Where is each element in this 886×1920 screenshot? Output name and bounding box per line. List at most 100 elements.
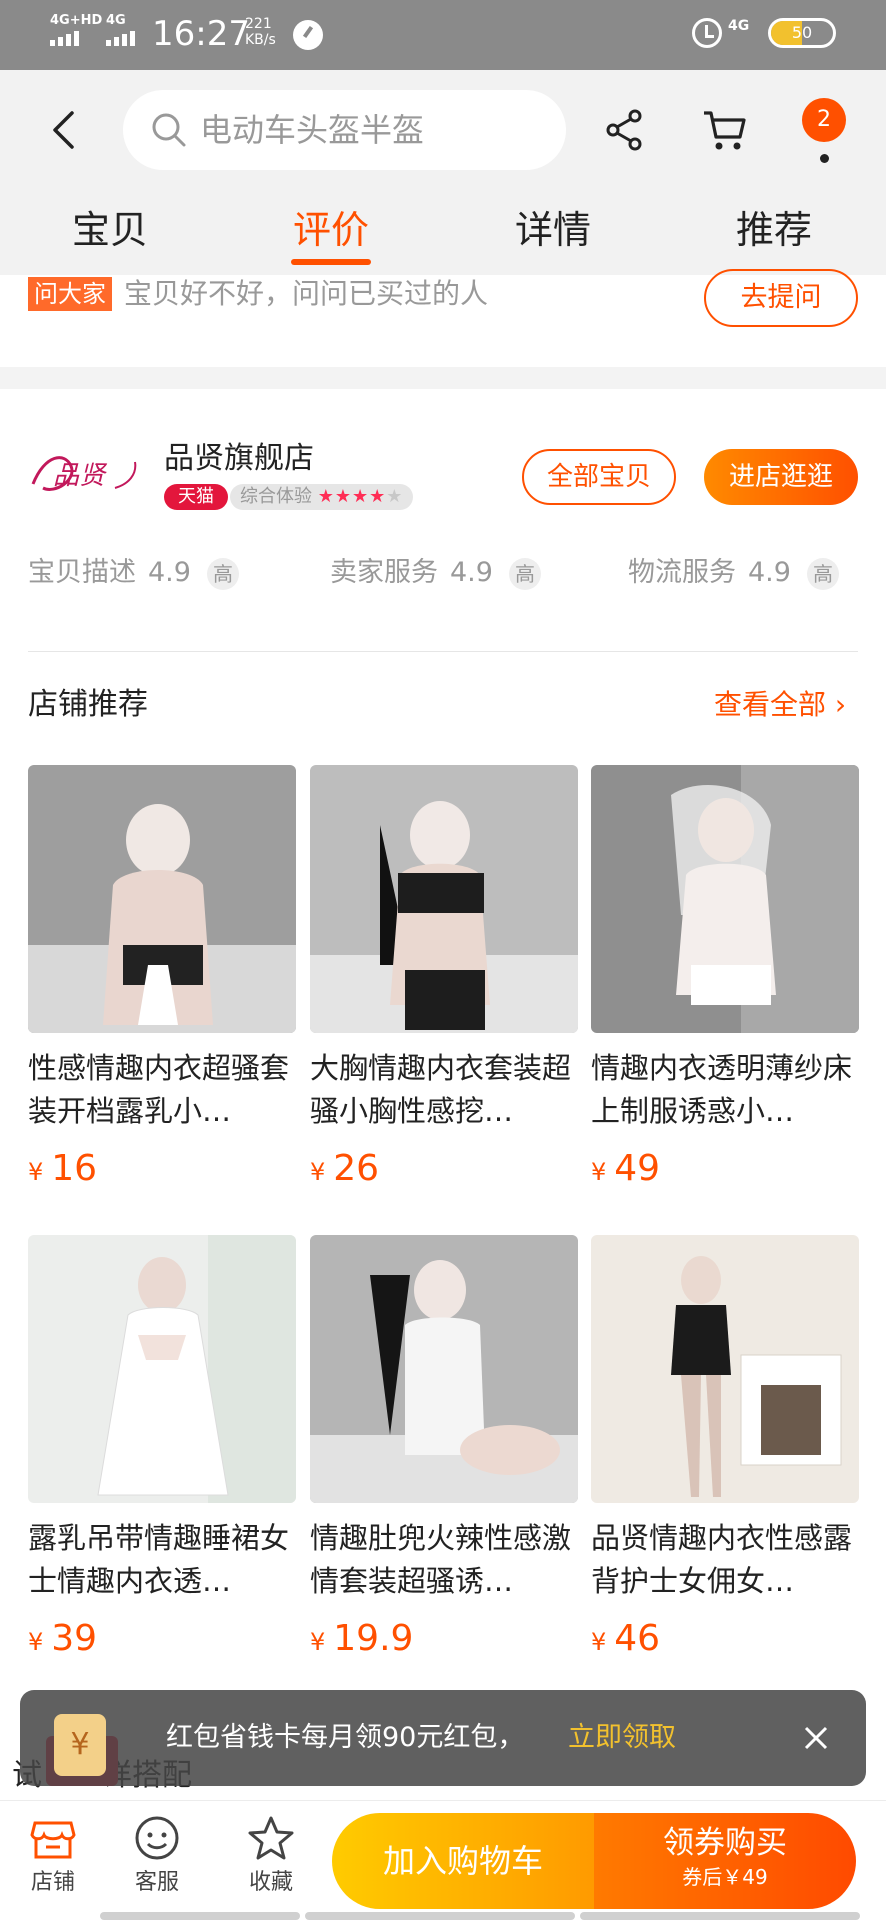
star-icon xyxy=(248,1816,294,1860)
message-badge: 2 xyxy=(802,98,846,142)
score-label: 卖家服务 xyxy=(330,557,438,588)
scroll-indicator xyxy=(305,1912,575,1920)
search-icon xyxy=(152,113,186,147)
product-card[interactable]: 露乳吊带情趣睡裙女士情趣内衣透… ¥39 xyxy=(28,1235,296,1662)
speed-gauge-icon xyxy=(293,20,323,50)
shop-recommend-heading: 店铺推荐 xyxy=(28,687,148,722)
price-value: 16 xyxy=(51,1148,98,1189)
price-value: 49 xyxy=(614,1148,661,1189)
score-label: 宝贝描述 xyxy=(28,557,136,588)
ask-tag: 问大家 xyxy=(28,277,112,311)
favorite-label: 收藏 xyxy=(248,1870,293,1895)
tmall-badge: 天猫 xyxy=(164,484,228,510)
scroll-indicator xyxy=(580,1912,860,1920)
product-price: ¥19.9 xyxy=(310,1619,578,1662)
product-title: 情趣内衣透明薄纱床上制服诱惑小… xyxy=(591,1051,853,1128)
product-price: ¥39 xyxy=(28,1619,296,1662)
product-card[interactable]: 大胸情趣内衣套装超骚小胸性感挖… ¥26 xyxy=(310,765,578,1192)
view-all-link[interactable]: 查看全部 › xyxy=(714,685,846,725)
price-value: 46 xyxy=(614,1618,661,1659)
ask-prompt: 宝贝好不好，问问已买过的人 xyxy=(124,277,489,310)
network-speed: 221 KB/s xyxy=(245,16,276,48)
currency-symbol: ¥ xyxy=(28,1158,44,1186)
tab-label: 推荐 xyxy=(735,208,812,252)
product-card[interactable]: 情趣内衣透明薄纱床上制服诱惑小… ¥49 xyxy=(591,765,859,1192)
ask-question-button[interactable]: 去提问 xyxy=(704,269,858,327)
tab-label: 详情 xyxy=(514,208,591,252)
score-value: 4.9 xyxy=(450,557,493,588)
red-packet-icon: ¥ xyxy=(54,1714,106,1776)
score-logistics: 物流服务 4.9 高 xyxy=(628,551,839,595)
enter-shop-button[interactable]: 进店逛逛 xyxy=(704,449,858,505)
shop-logo-text: 品贤 xyxy=(53,461,108,491)
red-packet-text: 红包省钱卡每月领90元红包， xyxy=(166,1722,525,1753)
view-all-label: 查看全部 xyxy=(714,688,827,721)
tab-recommend[interactable]: 推荐 xyxy=(714,195,834,275)
search-input[interactable]: 电动车头盔半盔 xyxy=(123,90,566,170)
currency-symbol: ¥ xyxy=(28,1628,44,1656)
clock: 16:27 xyxy=(152,14,250,54)
battery-level: 50 xyxy=(791,23,813,42)
add-to-cart-button[interactable]: 加入购物车 xyxy=(332,1813,594,1909)
all-items-button[interactable]: 全部宝贝 xyxy=(522,449,676,505)
score-level: 高 xyxy=(508,557,541,590)
product-price: ¥26 xyxy=(310,1149,578,1192)
shop-name[interactable]: 品贤旗舰店 xyxy=(164,441,314,477)
score-label: 物流服务 xyxy=(628,557,736,588)
product-card[interactable]: 情趣肚兜火辣性感激情套装超骚诱… ¥19.9 xyxy=(310,1235,578,1662)
currency-symbol: ¥ xyxy=(591,1158,607,1186)
price-value: 39 xyxy=(51,1618,98,1659)
tab-item[interactable]: 宝贝 xyxy=(50,195,170,275)
product-title: 性感情趣内衣超骚套装开档露乳小… xyxy=(28,1051,290,1128)
product-card[interactable]: 性感情趣内衣超骚套装开档露乳小… ¥16 xyxy=(28,765,296,1192)
product-image[interactable] xyxy=(310,1235,578,1503)
tab-reviews[interactable]: 评价 xyxy=(271,195,391,275)
alarm-icon xyxy=(692,18,722,48)
product-price: ¥46 xyxy=(591,1619,859,1662)
more-menu-button[interactable]: 2 xyxy=(800,98,850,168)
score-value: 4.9 xyxy=(148,557,191,588)
red-packet-banner[interactable]: ¥ 红包省钱卡每月领90元红包， 立即领取 xyxy=(20,1690,866,1786)
product-image[interactable] xyxy=(28,765,296,1033)
product-title: 露乳吊带情趣睡裙女士情趣内衣透… xyxy=(28,1521,290,1598)
divider xyxy=(28,651,858,652)
score-service: 卖家服务 4.9 高 xyxy=(330,551,541,595)
customer-service-button[interactable]: 客服 xyxy=(112,1813,202,1897)
product-image[interactable] xyxy=(310,765,578,1033)
product-image[interactable] xyxy=(591,1235,859,1503)
buy-sub-label: 券后￥49 xyxy=(682,1865,768,1889)
share-button[interactable] xyxy=(600,105,650,155)
buy-with-coupon-button[interactable]: 领券购买 券后￥49 xyxy=(594,1813,856,1909)
rating-label: 综合体验 xyxy=(240,486,312,507)
claim-now-link[interactable]: 立即领取 xyxy=(568,1690,676,1786)
header: 电动车头盔半盔 2 宝贝 评价 详情 推荐 xyxy=(0,70,886,275)
buy-label: 领券购买 xyxy=(663,1825,787,1861)
product-image[interactable] xyxy=(591,765,859,1033)
product-image[interactable] xyxy=(28,1235,296,1503)
experience-rating-badge: 综合体验 ★★★★★ xyxy=(230,484,414,510)
shop-logo[interactable]: 品贤 xyxy=(25,444,145,504)
back-button[interactable] xyxy=(40,105,90,155)
tab-details[interactable]: 详情 xyxy=(493,195,613,275)
favorite-button[interactable]: 收藏 xyxy=(226,1813,316,1897)
section-separator xyxy=(0,367,886,389)
product-card[interactable]: 品贤情趣内衣性感露背护士女佣女… ¥46 xyxy=(591,1235,859,1662)
tab-label: 评价 xyxy=(292,208,369,252)
currency-symbol: ¥ xyxy=(591,1628,607,1656)
close-icon[interactable] xyxy=(798,1720,834,1756)
network-label-2: 4G xyxy=(106,13,126,28)
signal-bars-2-icon xyxy=(106,30,135,46)
ask-everyone-section: 问大家 宝贝好不好，问问已买过的人 去提问 xyxy=(0,269,886,367)
cart-button[interactable] xyxy=(700,105,750,155)
tab-bar: 宝贝 评价 详情 推荐 xyxy=(0,195,886,275)
price-value: 26 xyxy=(333,1148,380,1189)
product-title: 品贤情趣内衣性感露背护士女佣女… xyxy=(591,1521,853,1598)
product-price: ¥16 xyxy=(28,1149,296,1192)
scroll-indicator xyxy=(100,1912,300,1920)
battery-icon: 50 xyxy=(768,18,836,48)
shop-scores: 宝贝描述 4.9 高 卖家服务 4.9 高 物流服务 4.9 高 xyxy=(0,551,886,595)
shop-nav-button[interactable]: 店铺 xyxy=(8,1813,98,1897)
status-bar: 4G+HD 4G 16:27 221 KB/s 4G 50 xyxy=(0,0,886,70)
score-level: 高 xyxy=(806,557,839,590)
network-label-1: 4G+HD xyxy=(50,13,103,28)
